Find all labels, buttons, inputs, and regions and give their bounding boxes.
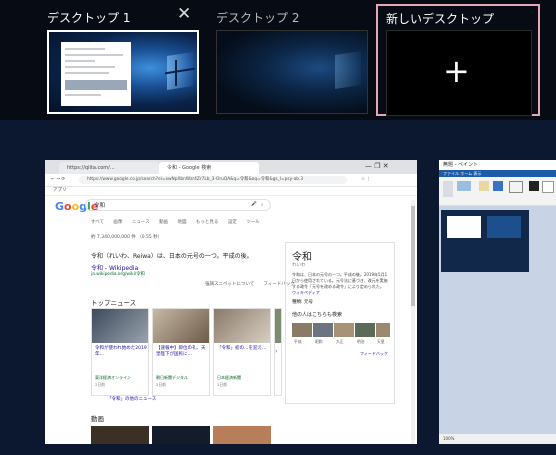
- plus-icon: +: [443, 52, 470, 90]
- desktop-2-label: デスクトップ 2: [216, 11, 300, 25]
- chrome-window-thumbnail[interactable]: https://qiita.com/... 令和 - Google 検索 — ❐…: [45, 160, 417, 444]
- wallpaper-thumbnail: [49, 32, 197, 112]
- search-icon[interactable]: ⌕: [261, 202, 264, 208]
- pasted-screenshot: [441, 210, 529, 272]
- desktop-1[interactable]: デスクトップ 1 ✕: [0, 0, 210, 120]
- kp-related-label[interactable]: 大正: [336, 339, 344, 345]
- desktop-2-thumbnail[interactable]: [216, 30, 368, 114]
- close-icon[interactable]: ✕: [177, 6, 191, 23]
- kp-title: 令和: [292, 252, 312, 263]
- search-input[interactable]: 令和: [85, 199, 271, 211]
- mic-icon[interactable]: 🎤: [251, 202, 257, 207]
- search-nav-tabs[interactable]: すべて 画像 ニュース 動画 地図 もっと見る 設定 ツール: [91, 219, 260, 225]
- news-image: [153, 309, 209, 343]
- news-card[interactable]: 令和が使われ始めた2019年… 東洋経済オンライン 2日前: [91, 308, 149, 396]
- feedback-link[interactable]: 強調スニペットについて フィードバック: [205, 281, 295, 287]
- video-thumbnail[interactable]: [213, 426, 271, 444]
- kp-related-image[interactable]: [376, 323, 390, 337]
- news-card[interactable]: 【速報中】即位の礼、天皇陛下が国民に… 朝日新聞デジタル 2日前: [152, 308, 210, 396]
- star-icon[interactable]: ☆ ⋮: [361, 177, 371, 182]
- news-image: [275, 309, 281, 343]
- videos-heading: 動画: [91, 415, 104, 423]
- paint-ribbon-tabs[interactable]: ファイル ホーム 表示: [439, 170, 556, 177]
- paint-window-thumbnail[interactable]: 無題 - ペイント ファイル ホーム 表示 100%: [439, 160, 556, 444]
- kp-related-label[interactable]: 昭和: [315, 339, 323, 345]
- top-news-heading: トップニュース: [91, 299, 137, 307]
- news-date: 2日前: [95, 382, 106, 387]
- shapes-icon[interactable]: [509, 181, 523, 193]
- kp-related-label[interactable]: 天皇: [377, 339, 385, 345]
- video-thumbnail[interactable]: [152, 426, 210, 444]
- back-icon[interactable]: ← → ⟳: [51, 177, 65, 182]
- kp-related-image[interactable]: [334, 323, 354, 337]
- new-desktop-button[interactable]: 新しいデスクトップ +: [376, 4, 540, 116]
- kp-also-searched: 他の人はこちらも検索: [292, 312, 343, 318]
- tool-icon[interactable]: [479, 181, 489, 191]
- url-field[interactable]: https://www.google.co.jp/search?ei=xwNpX…: [79, 176, 347, 184]
- news-title[interactable]: 「令和」初の…を迎え…: [217, 346, 269, 352]
- wallpaper-thumbnail: [217, 31, 367, 113]
- news-source: 日本経済新聞: [217, 375, 241, 380]
- news-image: [214, 309, 270, 343]
- news-title[interactable]: 【速報中】即位の礼、天皇陛下が国民に…: [156, 346, 208, 358]
- paint-title: 無題 - ペイント: [443, 162, 478, 168]
- result-url: ja.wikipedia.org/wiki/令和: [91, 272, 145, 277]
- desktop-1-thumbnail[interactable]: [47, 30, 199, 114]
- video-thumbnail[interactable]: [91, 426, 149, 444]
- bookmarks-bar[interactable]: アプリ: [45, 187, 417, 196]
- tab-other[interactable]: https://qiita.com/...: [59, 162, 159, 174]
- clipboard-icon[interactable]: [443, 181, 453, 197]
- tab-strip: https://qiita.com/... 令和 - Google 検索 — ❐…: [45, 160, 417, 174]
- kp-description: 令和は、日本の元号の一つ。平成の後。2019年5月1日から使用されている。元号法…: [292, 272, 388, 295]
- result-stats: 約 7,340,000,000 件 （0.55 秒）: [91, 235, 163, 240]
- color-2-swatch[interactable]: [542, 181, 554, 193]
- kp-related-label[interactable]: 明治: [357, 339, 365, 345]
- brush-icon[interactable]: [493, 181, 503, 191]
- kp-related-image[interactable]: [313, 323, 333, 337]
- kp-wiki-link[interactable]: ウィキペディア: [292, 290, 320, 295]
- kp-subtitle: れいわ: [292, 263, 306, 268]
- kp-related-image[interactable]: [355, 323, 375, 337]
- scrollbar-thumb[interactable]: [411, 206, 415, 306]
- news-date: 2日前: [217, 382, 228, 387]
- news-source: 東洋経済オンライン: [95, 375, 131, 380]
- kp-meta: 種類: 元号: [292, 300, 313, 305]
- paint-status-bar: 100%: [439, 434, 556, 444]
- paint-ribbon: [439, 177, 556, 206]
- task-view-desktop-bar: デスクトップ 1 ✕ デスクトップ 2 新しいデスクトップ +: [0, 0, 556, 120]
- kp-feedback-link[interactable]: フィードバック: [360, 351, 388, 357]
- more-news-link[interactable]: 「令和」の他のニュース: [107, 396, 156, 402]
- news-source: 朝日新聞デジタル: [156, 375, 188, 380]
- kp-related-image[interactable]: [292, 323, 312, 337]
- window-controls[interactable]: — ❐ ✕: [365, 162, 389, 170]
- browser-mini-thumbnail: [61, 42, 131, 106]
- news-image: [92, 309, 148, 343]
- desktop-1-label: デスクトップ 1: [47, 11, 131, 25]
- featured-snippet-text: 令和（れいわ、Reiwa）は、日本の元号の一つ。平成の後。: [91, 253, 253, 260]
- new-desktop-label: 新しいデスクトップ: [386, 12, 495, 26]
- chevron-right-icon[interactable]: ›: [275, 348, 277, 355]
- desktop-2[interactable]: デスクトップ 2: [216, 0, 372, 120]
- address-bar: ← → ⟳ https://www.google.co.jp/search?ei…: [45, 174, 417, 187]
- knowledge-panel: 令和 れいわ 令和は、日本の元号の一つ。平成の後。2019年5月1日から使用され…: [285, 242, 395, 404]
- color-1-swatch[interactable]: [529, 181, 539, 191]
- paint-canvas-area[interactable]: [439, 206, 556, 434]
- new-desktop-area[interactable]: +: [386, 30, 532, 116]
- select-icon[interactable]: [457, 181, 471, 191]
- news-title[interactable]: 令和が使われ始めた2019年…: [95, 346, 147, 358]
- scrollbar[interactable]: [411, 200, 415, 444]
- tab-google-search[interactable]: 令和 - Google 検索: [159, 162, 259, 174]
- news-card[interactable]: 「令和」初の…を迎え… 日本経済新聞 2日前: [213, 308, 271, 396]
- news-date: 2日前: [156, 382, 167, 387]
- kp-related-label[interactable]: 平成: [294, 339, 302, 345]
